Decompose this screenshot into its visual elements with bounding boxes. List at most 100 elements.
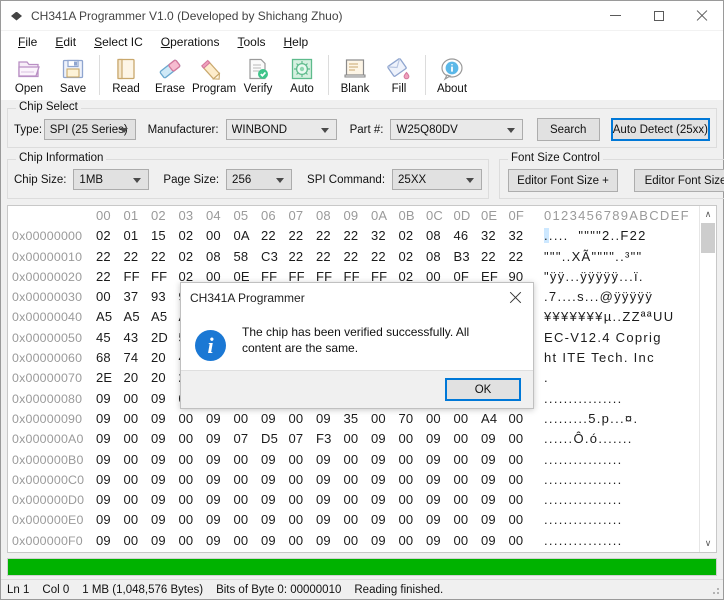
hex-byte[interactable]: 09 — [481, 470, 509, 490]
hex-byte[interactable]: 09 — [261, 490, 289, 510]
hex-byte[interactable]: 02 — [399, 247, 427, 267]
scroll-down-icon[interactable]: ∨ — [700, 535, 716, 552]
hex-byte[interactable]: 00 — [124, 409, 152, 429]
hex-byte[interactable]: 22 — [371, 247, 399, 267]
menu-item-operations[interactable]: Operations — [152, 33, 229, 51]
hex-byte[interactable]: 22 — [509, 247, 537, 267]
type-combo[interactable]: SPI (25 Series) — [43, 119, 136, 140]
editor-font-size-increase-button[interactable]: Editor Font Size + — [508, 169, 619, 192]
hex-byte[interactable]: 09 — [206, 409, 234, 429]
hex-byte[interactable]: 09 — [151, 450, 179, 470]
hex-byte[interactable]: 00 — [234, 510, 262, 530]
hex-byte[interactable]: 74 — [124, 348, 152, 368]
hex-byte[interactable]: 22 — [316, 226, 344, 246]
hex-byte[interactable]: 22 — [289, 247, 317, 267]
hex-byte[interactable]: 09 — [151, 429, 179, 449]
ascii-row[interactable]: ................ — [544, 490, 696, 510]
hex-byte[interactable]: 00 — [234, 551, 262, 552]
hex-byte[interactable]: 00 — [96, 287, 124, 307]
hex-byte[interactable]: 00 — [289, 450, 317, 470]
hex-byte[interactable]: 08 — [426, 247, 454, 267]
ascii-row[interactable]: ..... """"2..F22 — [544, 226, 696, 246]
auto-detect-button[interactable]: Auto Detect (25xx) — [610, 118, 710, 141]
hex-byte[interactable]: 22 — [261, 226, 289, 246]
hex-byte[interactable]: 09 — [371, 470, 399, 490]
hex-byte[interactable]: 32 — [509, 226, 537, 246]
toolbar-open-button[interactable]: Open — [7, 53, 51, 95]
hex-byte[interactable]: F3 — [316, 429, 344, 449]
hex-byte[interactable]: 00 — [399, 450, 427, 470]
ascii-row[interactable]: ................ — [544, 389, 696, 409]
hex-byte[interactable]: 09 — [426, 450, 454, 470]
hex-byte[interactable]: 09 — [151, 470, 179, 490]
hex-byte[interactable]: 09 — [426, 429, 454, 449]
hex-byte[interactable]: 09 — [371, 551, 399, 552]
hex-byte[interactable]: 09 — [426, 531, 454, 551]
hex-byte[interactable]: 02 — [399, 226, 427, 246]
hex-byte[interactable]: 0A — [234, 226, 262, 246]
manufacturer-combo[interactable]: WINBOND — [225, 119, 337, 140]
hex-byte[interactable]: 09 — [316, 531, 344, 551]
hex-byte[interactable]: 00 — [179, 429, 207, 449]
hex-byte[interactable]: 00 — [179, 510, 207, 530]
hex-byte[interactable]: 00 — [399, 490, 427, 510]
hex-byte[interactable]: 09 — [481, 450, 509, 470]
hex-byte[interactable]: 00 — [399, 531, 427, 551]
menu-item-select-ic[interactable]: Select IC — [85, 33, 152, 51]
part-combo[interactable]: W25Q80DV — [390, 119, 523, 140]
hex-row[interactable]: 22 22 22 02 08 58 C3 22 22 22 22 02 08 B3 22 22 — [96, 247, 536, 267]
hex-byte[interactable]: 00 — [344, 490, 372, 510]
hex-byte[interactable]: 09 — [426, 470, 454, 490]
hex-byte[interactable]: 09 — [371, 429, 399, 449]
spi-command-combo[interactable]: 25XX — [392, 169, 483, 190]
menu-item-help[interactable]: Help — [275, 33, 318, 51]
hex-byte[interactable]: 00 — [124, 429, 152, 449]
hex-byte[interactable]: 00 — [179, 450, 207, 470]
hex-byte[interactable]: 09 — [96, 490, 124, 510]
hex-byte[interactable]: 00 — [509, 551, 537, 552]
hex-byte[interactable]: 00 — [289, 490, 317, 510]
hex-byte[interactable]: 22 — [344, 226, 372, 246]
hex-byte[interactable]: 09 — [426, 510, 454, 530]
hex-byte[interactable]: 20 — [151, 368, 179, 388]
hex-byte[interactable]: FF — [124, 267, 152, 287]
hex-byte[interactable]: 09 — [206, 510, 234, 530]
toolbar-fill-button[interactable]: Fill — [377, 53, 421, 95]
hex-row[interactable]: 09000900090009000900090009000900 — [96, 531, 536, 551]
hex-byte[interactable]: 00 — [344, 429, 372, 449]
close-button[interactable] — [680, 1, 723, 31]
hex-byte[interactable]: 00 — [344, 470, 372, 490]
menu-item-tools[interactable]: Tools — [228, 33, 274, 51]
hex-byte[interactable]: 00 — [399, 470, 427, 490]
chip-size-combo[interactable]: 1MB — [73, 169, 150, 190]
ascii-row[interactable]: ................ — [544, 450, 696, 470]
hex-byte[interactable]: 09 — [261, 450, 289, 470]
hex-byte[interactable]: 02 — [179, 226, 207, 246]
hex-row[interactable]: 09000900090009000900090009000900 — [96, 450, 536, 470]
ascii-rows[interactable]: ..... """"2..F22 """..XÃ""""..³"" "ÿÿ...ÿÿ… — [544, 226, 696, 552]
hex-row[interactable]: 09 00 09 00 09 00 09 00 09 35 00 70 00 00 A4 00 — [96, 409, 536, 429]
hex-byte[interactable]: 35 — [344, 409, 372, 429]
hex-byte[interactable]: 00 — [289, 409, 317, 429]
hex-byte[interactable]: 00 — [179, 409, 207, 429]
hex-byte[interactable]: 09 — [261, 551, 289, 552]
hex-byte[interactable]: 00 — [509, 450, 537, 470]
hex-byte[interactable]: 09 — [96, 470, 124, 490]
hex-byte[interactable]: 22 — [96, 247, 124, 267]
hex-byte[interactable]: 09 — [426, 490, 454, 510]
hex-byte[interactable]: 09 — [371, 510, 399, 530]
hex-byte[interactable]: 09 — [151, 510, 179, 530]
hex-byte[interactable]: 46 — [454, 226, 482, 246]
hex-byte[interactable]: 09 — [261, 510, 289, 530]
hex-row[interactable]: 09000900090009000900090009000900 — [96, 510, 536, 530]
hex-byte[interactable]: 09 — [481, 531, 509, 551]
minimize-button[interactable] — [594, 1, 637, 31]
hex-byte[interactable]: 00 — [454, 551, 482, 552]
editor-vertical-scrollbar[interactable]: ∧ ∨ — [699, 206, 716, 552]
hex-byte[interactable]: 00 — [289, 510, 317, 530]
hex-byte[interactable]: 00 — [124, 450, 152, 470]
hex-byte[interactable]: 93 — [151, 287, 179, 307]
maximize-button[interactable] — [637, 1, 680, 31]
hex-byte[interactable]: 09 — [371, 450, 399, 470]
hex-byte[interactable]: 45 — [96, 328, 124, 348]
